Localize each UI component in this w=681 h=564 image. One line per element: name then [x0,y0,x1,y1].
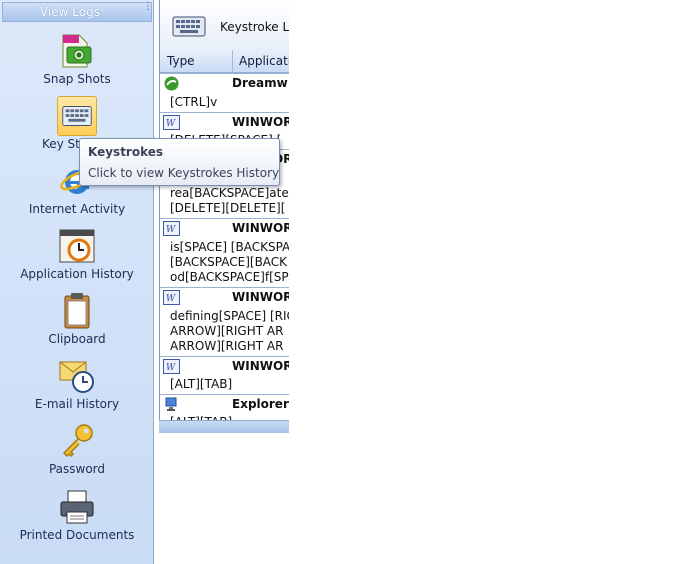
keystroke-text: [DELETE][DELETE][ [170,201,286,215]
keystroke-text: rea[BACKSPACE]ate [170,186,289,200]
keyboard-icon [57,96,97,136]
sidebar-header: View Logs ⋮ [2,2,153,22]
sidebar-item-password[interactable]: Password [0,419,154,481]
svg-text:W: W [166,225,176,235]
word-icon: W [163,359,180,374]
table-row[interactable]: W WINWOR [160,112,289,132]
svg-text:W: W [166,363,176,373]
clock-window-icon [59,229,95,263]
dreamweaver-icon [164,76,179,91]
sidebar-item-label: Clipboard [48,332,106,346]
keystroke-text: [BACKSPACE][BACK [170,255,288,269]
application-name: WINWOR [232,359,289,373]
sidebar-item-label: Password [48,462,106,476]
application-name: WINWOR [232,221,289,235]
word-icon: W [163,221,180,236]
keystroke-text: is[SPACE] [BACKSPA [170,240,289,254]
grip-icon[interactable]: ⋮ [143,2,153,19]
word-icon: W [163,290,180,305]
word-icon: W [163,115,180,130]
sidebar-item-clipboard[interactable]: Clipboard [0,289,154,351]
keystroke-text: defining[SPACE] [RIG [170,309,289,323]
keystroke-text: ARROW][RIGHT AR [170,339,284,353]
sidebar-item-label: Snap Shots [43,72,111,86]
table-row[interactable]: W WINWOR [160,356,289,376]
svg-text:W: W [166,294,176,304]
sidebar-item-application-history[interactable]: Application History [0,224,154,286]
column-header-application[interactable]: Application [239,54,289,68]
printer-icon [60,490,94,524]
panel-footer [159,420,289,433]
application-name: Dreamw [232,76,288,90]
sidebar-item-label: Printed Documents [19,528,135,542]
application-name: Explorer [232,397,289,411]
keystroke-text: od[BACKSPACE]f[SP [170,270,289,284]
sidebar-item-snap-shots[interactable]: Snap Shots [0,29,154,91]
sidebar-item-email-history[interactable]: E-mail History [0,354,154,416]
table-row[interactable]: W WINWOR [160,218,289,238]
explorer-icon [165,397,177,411]
table-row[interactable]: Explorer [160,394,289,414]
panel-title: Keystroke Lo [220,20,289,34]
tooltip: Keystrokes Click to view Keystrokes Hist… [79,138,280,186]
table-row[interactable]: Dreamw [160,73,289,93]
email-clock-icon [59,361,94,393]
sidebar-item-printed-documents[interactable]: Printed Documents [0,485,154,547]
snapshot-icon [62,34,92,68]
column-header-type[interactable]: Type [167,54,195,68]
sidebar-item-label: E-mail History [34,397,120,411]
tooltip-text: Click to view Keystrokes History [88,166,280,180]
key-icon [62,424,93,458]
panel-header: Keystroke Lo [160,0,289,51]
column-headers: Type Application [160,50,289,73]
application-name: WINWOR [232,290,289,304]
sidebar-title: View Logs [40,5,100,19]
clipboard-icon [64,293,90,329]
tooltip-title: Keystrokes [88,145,164,159]
sidebar-item-label: Internet Activity [28,202,126,216]
keystroke-log-panel: Keystroke Lo Type Application Dreamw [CT… [159,0,289,432]
keyboard-icon [172,16,206,37]
keystroke-text: [ALT][TAB] [170,377,233,391]
keystroke-text: [CTRL]v [170,95,218,109]
sidebar: View Logs ⋮ Snap Shots Key Strokes Inter… [0,0,154,564]
sidebar-item-label: Application History [20,267,134,281]
keystroke-text: ARROW][RIGHT AR [170,324,284,338]
table-row[interactable]: W WINWOR [160,287,289,307]
application-name: WINWOR [232,115,289,129]
svg-text:W: W [166,119,176,129]
